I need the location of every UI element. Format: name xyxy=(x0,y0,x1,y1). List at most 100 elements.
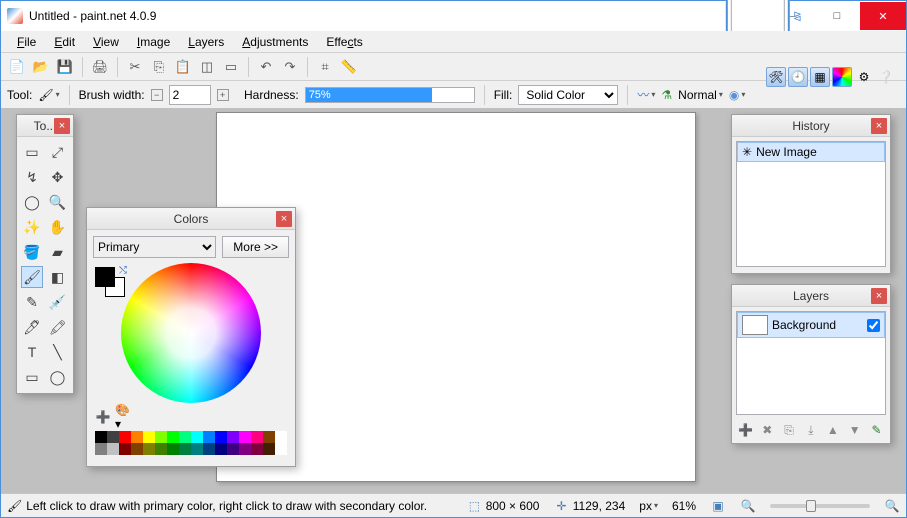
history-panel-close[interactable]: × xyxy=(871,118,887,134)
zoom-slider[interactable] xyxy=(770,504,870,508)
layer-opacity-icon[interactable]: ◉ ▾ xyxy=(729,88,746,102)
palette-color[interactable] xyxy=(215,431,227,443)
deselect-icon[interactable]: ▭ xyxy=(221,57,241,77)
color-wheel[interactable] xyxy=(121,263,261,403)
antialias-toggle[interactable]: 〰 ▾ xyxy=(637,86,655,103)
tools-window-toggle[interactable]: 🛠 xyxy=(766,67,786,87)
palette-color[interactable] xyxy=(227,431,239,443)
menu-image[interactable]: Image xyxy=(129,33,178,51)
palette-color[interactable] xyxy=(95,431,107,443)
palette-color[interactable] xyxy=(275,443,287,455)
tool-fill[interactable]: 🪣 xyxy=(21,241,43,263)
tool-rectangle[interactable]: ▭ xyxy=(21,366,43,388)
palette-color[interactable] xyxy=(107,443,119,455)
palette-color[interactable] xyxy=(203,431,215,443)
tool-move-selection[interactable]: ⤢ xyxy=(47,141,69,163)
grid-icon[interactable]: ⌗ xyxy=(315,57,335,77)
menu-view[interactable]: View xyxy=(85,33,127,51)
layer-item[interactable]: Background xyxy=(737,312,885,338)
print-icon[interactable]: 🖨 xyxy=(90,57,110,77)
palette-color[interactable] xyxy=(167,431,179,443)
hardness-slider[interactable]: 75% xyxy=(305,87,475,103)
palette-color[interactable] xyxy=(263,431,275,443)
brush-width-increase[interactable]: + xyxy=(217,89,229,101)
colors-panel-close[interactable]: × xyxy=(276,211,292,227)
palette-color[interactable] xyxy=(191,443,203,455)
tool-pencil[interactable]: ✎ xyxy=(21,291,43,313)
crop-icon[interactable]: ◫ xyxy=(197,57,217,77)
delete-layer-icon[interactable]: ✖ xyxy=(758,421,776,439)
tool-clone[interactable]: 🖊 xyxy=(21,316,43,338)
tool-move-pixels[interactable]: ✥ xyxy=(47,166,69,188)
palette-color[interactable] xyxy=(167,443,179,455)
palette-color[interactable] xyxy=(131,431,143,443)
add-layer-icon[interactable]: ➕ xyxy=(736,421,754,439)
merge-down-icon[interactable]: ⤓ xyxy=(802,421,820,439)
tool-paintbrush[interactable]: 🖌 xyxy=(21,266,43,288)
history-item[interactable]: ✳ New Image xyxy=(737,142,885,162)
layers-window-toggle[interactable]: ▦ xyxy=(810,67,830,87)
palette-color[interactable] xyxy=(119,443,131,455)
zoom-in-icon[interactable]: 🔍 xyxy=(884,499,900,513)
undo-icon[interactable]: ↶ xyxy=(256,57,276,77)
tool-text[interactable]: T xyxy=(21,341,43,363)
alpha-blend-toggle[interactable]: ⚗ xyxy=(661,88,672,102)
fit-window-icon[interactable]: ▣ xyxy=(710,499,726,513)
help-icon[interactable]: ❔ xyxy=(876,67,896,87)
redo-icon[interactable]: ↷ xyxy=(280,57,300,77)
more-button[interactable]: More >> xyxy=(222,236,289,258)
move-up-icon[interactable]: ▲ xyxy=(824,421,842,439)
palette-color[interactable] xyxy=(119,431,131,443)
palette-color[interactable] xyxy=(131,443,143,455)
tool-pan[interactable]: ✋ xyxy=(47,216,69,238)
duplicate-layer-icon[interactable]: ⎘ xyxy=(780,421,798,439)
primary-secondary-swatch[interactable]: ⤭ xyxy=(95,267,125,297)
tool-color-picker[interactable]: 💉 xyxy=(47,291,69,313)
new-icon[interactable]: 📄 xyxy=(7,57,27,77)
palette-color[interactable] xyxy=(239,431,251,443)
tool-line[interactable]: ╲ xyxy=(47,341,69,363)
palette-color[interactable] xyxy=(179,443,191,455)
palette-color[interactable] xyxy=(143,443,155,455)
palette-color[interactable] xyxy=(179,431,191,443)
menu-edit[interactable]: Edit xyxy=(46,33,83,51)
maximize-button[interactable]: □ xyxy=(814,2,860,30)
thumbnail-dock-icon[interactable]: ⧎ xyxy=(793,11,801,22)
tool-ellipse-select[interactable]: ◯ xyxy=(21,191,43,213)
blend-mode[interactable]: Normal ▾ xyxy=(678,88,723,102)
palette-color[interactable] xyxy=(239,443,251,455)
cut-icon[interactable]: ✂ xyxy=(125,57,145,77)
brush-width-input[interactable] xyxy=(169,85,211,105)
palette-color[interactable] xyxy=(251,431,263,443)
add-color-icon[interactable]: ➕ xyxy=(95,409,111,425)
tool-lasso[interactable]: ↯ xyxy=(21,166,43,188)
tool-picker[interactable]: 🖌 ▾ xyxy=(38,88,59,102)
color-palette[interactable] xyxy=(95,431,287,455)
layer-visible-checkbox[interactable] xyxy=(867,319,880,332)
tool-gradient[interactable]: ▰ xyxy=(47,241,69,263)
save-icon[interactable]: 💾 xyxy=(55,57,75,77)
palette-color[interactable] xyxy=(95,443,107,455)
tool-magic-wand[interactable]: ✨ xyxy=(21,216,43,238)
palette-color[interactable] xyxy=(155,431,167,443)
brush-width-decrease[interactable]: − xyxy=(151,89,163,101)
menu-file[interactable]: File xyxy=(9,33,44,51)
close-button[interactable]: ✕ xyxy=(860,2,906,30)
tool-shapes[interactable]: ◯ xyxy=(47,366,69,388)
paste-icon[interactable]: 📋 xyxy=(173,57,193,77)
history-window-toggle[interactable]: 🕘 xyxy=(788,67,808,87)
menu-effects[interactable]: Effects xyxy=(318,33,370,51)
palette-color[interactable] xyxy=(227,443,239,455)
palette-color[interactable] xyxy=(263,443,275,455)
menu-adjustments[interactable]: Adjustments xyxy=(234,33,316,51)
zoom-out-icon[interactable]: 🔍 xyxy=(740,499,756,513)
layers-list[interactable]: Background xyxy=(736,311,886,415)
color-target-select[interactable]: Primary xyxy=(93,236,216,258)
history-list[interactable]: ✳ New Image xyxy=(736,141,886,267)
copy-icon[interactable]: ⎘ xyxy=(149,57,169,77)
tool-recolor[interactable]: 🖍 xyxy=(47,316,69,338)
palette-menu-icon[interactable]: 🎨▾ xyxy=(115,409,131,425)
move-down-icon[interactable]: ▼ xyxy=(846,421,864,439)
tool-eraser[interactable]: ◧ xyxy=(47,266,69,288)
palette-color[interactable] xyxy=(215,443,227,455)
